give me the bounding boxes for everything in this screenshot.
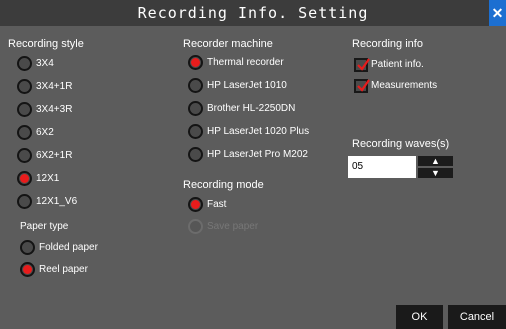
- radio-icon: [17, 148, 32, 163]
- option-label: 3X4: [36, 58, 54, 69]
- option-label: 12X1: [36, 173, 60, 184]
- checkbox-checked-icon: [354, 57, 370, 72]
- radio-6x2-1r[interactable]: 6X2+1R: [17, 146, 72, 165]
- option-label: HP LaserJet 1020 Plus: [207, 126, 310, 137]
- option-label: 3X4+1R: [36, 81, 73, 92]
- decrement-arrow-icon[interactable]: ▼: [418, 168, 453, 178]
- option-label: Patient info.: [371, 59, 424, 70]
- checkbox-measurements[interactable]: Measurements: [354, 76, 437, 95]
- recording-waves-label: Recording waves(s): [352, 138, 450, 150]
- paper-type-heading: Paper type: [20, 221, 69, 232]
- radio-selected-icon: [188, 197, 203, 212]
- radio-selected-icon: [188, 55, 203, 70]
- radio-12x1[interactable]: 12X1: [17, 169, 59, 188]
- option-label: HP LaserJet Pro M202: [207, 149, 308, 160]
- radio-brother-hl-2250dn[interactable]: Brother HL-2250DN: [188, 99, 295, 118]
- option-label: Brother HL-2250DN: [207, 103, 296, 114]
- radio-hp-laserjet-pro-m202[interactable]: HP LaserJet Pro M202: [188, 145, 308, 164]
- radio-icon: [17, 79, 32, 94]
- radio-selected-icon: [20, 262, 35, 277]
- dialog-title: Recording Info. Setting: [137, 4, 369, 22]
- radio-icon: [188, 78, 203, 93]
- radio-icon: [17, 194, 32, 209]
- recording-info-dialog: Recording Info. Setting ✕ Recording styl…: [0, 0, 506, 329]
- cancel-button[interactable]: Cancel: [448, 305, 506, 329]
- radio-icon: [17, 102, 32, 117]
- recorder-machine-heading: Recorder machine: [183, 38, 273, 50]
- option-label: Measurements: [371, 80, 438, 91]
- radio-icon: [188, 101, 203, 116]
- radio-3x4-1r[interactable]: 3X4+1R: [17, 77, 72, 96]
- radio-3x4-3r[interactable]: 3X4+3R: [17, 100, 72, 119]
- option-label: Fast: [207, 199, 227, 210]
- radio-icon: [17, 56, 32, 71]
- recording-waves-stepper: 05 ▲ ▼: [348, 156, 453, 178]
- option-label: Reel paper: [39, 264, 88, 275]
- radio-hp-laserjet-1020-plus[interactable]: HP LaserJet 1020 Plus: [188, 122, 309, 141]
- radio-disabled-icon: [188, 219, 203, 234]
- option-label: 6X2+1R: [36, 150, 73, 161]
- recording-info-heading: Recording info: [352, 38, 423, 50]
- option-label: 3X4+3R: [36, 104, 73, 115]
- recording-mode-heading: Recording mode: [183, 179, 264, 191]
- option-label: 6X2: [36, 127, 54, 138]
- radio-6x2[interactable]: 6X2: [17, 123, 54, 142]
- option-label: Save paper: [207, 221, 259, 232]
- option-label: HP LaserJet 1010: [207, 80, 287, 91]
- radio-selected-icon: [17, 171, 32, 186]
- radio-hp-laserjet-1010[interactable]: HP LaserJet 1010: [188, 76, 287, 95]
- radio-save-paper: Save paper: [188, 217, 258, 236]
- checkbox-patient-info[interactable]: Patient info.: [354, 55, 424, 74]
- radio-icon: [188, 124, 203, 139]
- radio-thermal-recorder[interactable]: Thermal recorder: [188, 53, 284, 72]
- option-label: Folded paper: [39, 242, 98, 253]
- option-label: Thermal recorder: [207, 57, 284, 68]
- radio-reel-paper[interactable]: Reel paper: [20, 260, 88, 279]
- close-icon[interactable]: ✕: [489, 0, 506, 26]
- title-bar: Recording Info. Setting ✕: [0, 0, 506, 26]
- recording-style-heading: Recording style: [8, 38, 84, 50]
- radio-icon: [17, 125, 32, 140]
- option-label: 12X1_V6: [36, 196, 78, 207]
- radio-12x1-v6[interactable]: 12X1_V6: [17, 192, 77, 211]
- radio-icon: [188, 147, 203, 162]
- ok-button[interactable]: OK: [396, 305, 443, 329]
- radio-folded-paper[interactable]: Folded paper: [20, 238, 98, 257]
- recording-waves-input[interactable]: 05: [348, 156, 416, 178]
- radio-icon: [20, 240, 35, 255]
- radio-fast[interactable]: Fast: [188, 195, 226, 214]
- checkbox-checked-icon: [354, 78, 370, 93]
- increment-arrow-icon[interactable]: ▲: [418, 156, 453, 166]
- radio-3x4[interactable]: 3X4: [17, 54, 54, 73]
